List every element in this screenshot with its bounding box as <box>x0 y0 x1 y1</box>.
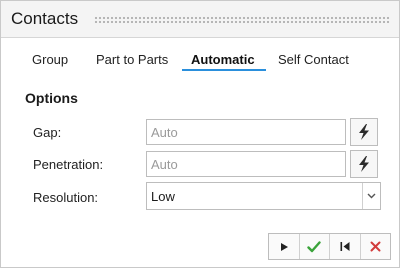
contacts-panel: Contacts Group Part to Parts Automatic S… <box>0 0 400 268</box>
title-bar[interactable]: Contacts <box>1 1 399 38</box>
resolution-select[interactable]: Low <box>146 182 381 210</box>
resolution-value: Low <box>151 189 175 204</box>
resolution-label: Resolution: <box>33 190 99 205</box>
penetration-input[interactable] <box>146 151 346 177</box>
penetration-bolt-button[interactable] <box>350 150 378 178</box>
action-button-group <box>268 233 391 260</box>
tab-self-contact[interactable]: Self Contact <box>278 47 349 73</box>
play-icon <box>280 242 288 251</box>
chevron-down-icon <box>367 193 376 199</box>
checkmark-icon <box>307 240 321 252</box>
close-icon <box>370 241 381 252</box>
skip-back-icon <box>340 242 350 251</box>
drag-handle[interactable] <box>94 16 390 23</box>
lightning-bolt-icon <box>359 156 369 172</box>
tab-part-to-parts[interactable]: Part to Parts <box>96 47 168 73</box>
lightning-bolt-icon <box>359 124 369 140</box>
close-button[interactable] <box>360 234 390 259</box>
tab-group[interactable]: Group <box>32 47 68 73</box>
apply-button[interactable] <box>299 234 330 259</box>
panel-title: Contacts <box>11 9 79 28</box>
gap-input[interactable] <box>146 119 346 145</box>
dropdown-arrow[interactable] <box>362 183 380 209</box>
gap-label: Gap: <box>33 125 62 140</box>
run-button[interactable] <box>269 234 300 259</box>
tab-bar: Group Part to Parts Automatic Self Conta… <box>1 47 399 75</box>
active-tab-indicator <box>182 69 266 71</box>
gap-bolt-button[interactable] <box>350 118 378 146</box>
reset-button[interactable] <box>330 234 361 259</box>
options-heading: Options <box>25 90 78 106</box>
penetration-label: Penetration: <box>33 157 104 172</box>
